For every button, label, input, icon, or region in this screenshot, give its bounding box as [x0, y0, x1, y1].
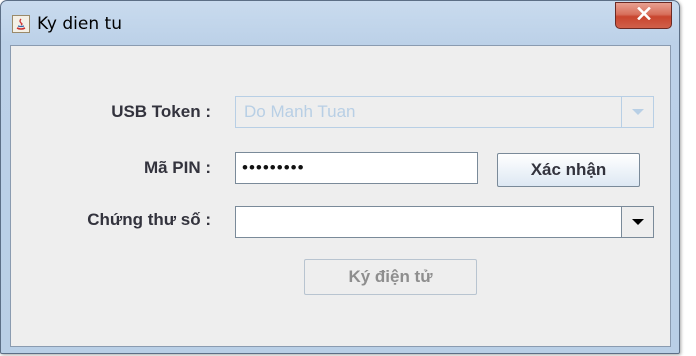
title-bar[interactable]: Ky dien tu [1, 1, 679, 45]
dialog-window: Ky dien tu USB Token : Do Manh Tuan Mã P… [0, 0, 680, 354]
window-title: Ky dien tu [37, 14, 122, 34]
pin-label: Mã PIN : [143, 158, 211, 177]
certificate-label: Chứng thư số : [87, 210, 211, 229]
close-button[interactable] [615, 2, 672, 29]
sign-button[interactable]: Ký điện tử [304, 259, 477, 295]
confirm-button[interactable]: Xác nhận [497, 153, 640, 187]
java-icon [12, 15, 30, 33]
close-icon [636, 6, 651, 25]
chevron-down-icon [621, 207, 653, 237]
usb-token-label: USB Token : [111, 102, 211, 121]
certificate-select[interactable] [235, 206, 654, 238]
pin-value: ••••••••• [242, 158, 305, 177]
usb-token-select[interactable]: Do Manh Tuan [235, 96, 654, 128]
pin-input[interactable]: ••••••••• [235, 152, 478, 184]
chevron-down-icon [621, 97, 653, 127]
usb-token-value: Do Manh Tuan [244, 102, 356, 121]
dialog-content: USB Token : Do Manh Tuan Mã PIN : ••••••… [10, 45, 671, 347]
